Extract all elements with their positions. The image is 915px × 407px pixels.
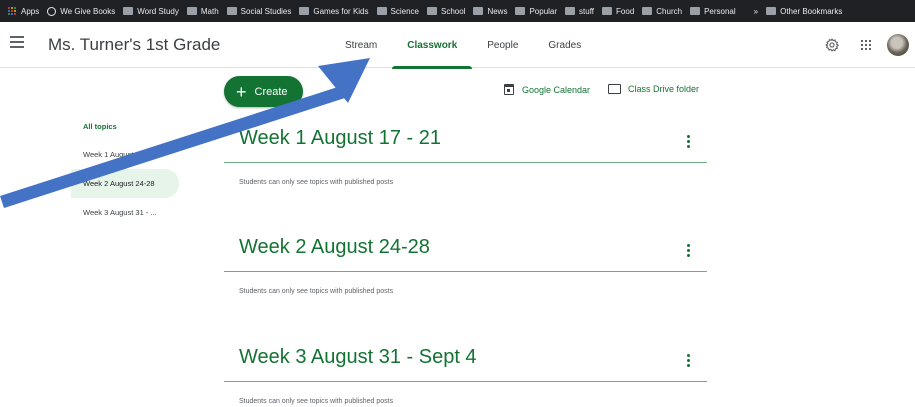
bookmark-news[interactable]: News [473,7,507,16]
class-title[interactable]: Ms. Turner's 1st Grade [48,35,220,55]
bookmark-label: Word Study [137,6,179,16]
folder-icon [690,7,701,15]
bookmark-stuff[interactable]: stuff [565,7,594,16]
folder-icon [226,7,237,15]
bookmark-label: stuff [579,6,595,16]
topic-title[interactable]: Week 3 August 31 - Sept 4 [239,346,477,369]
topic-divider [224,381,707,382]
class-drive-folder-link[interactable]: Class Drive folder [608,84,699,94]
bookmark-label: Other Bookmarks [780,6,843,16]
topic-note: Students can only see topics with publis… [239,179,394,186]
bookmarks-bar: Apps We Give Books Word Study Math Socia… [0,0,915,22]
folder-icon [766,7,777,15]
folder-icon [123,7,134,15]
bookmark-personal[interactable]: Personal [690,7,736,16]
folder-icon [299,7,310,15]
bookmark-label: School [440,6,466,16]
bookmark-label: Food [616,6,635,16]
tab-people[interactable]: People [472,22,533,68]
bookmarks-overflow-button[interactable]: » [754,7,758,16]
folder-icon [515,7,526,15]
tab-classwork[interactable]: Classwork [392,22,473,69]
bookmark-games-for-kids[interactable]: Games for Kids [299,6,369,16]
topic-title[interactable]: Week 1 August 17 - 21 [239,127,441,150]
globe-icon [47,6,57,16]
sidebar-item-all-topics[interactable]: All topics [71,115,179,137]
bookmark-label: Personal [704,6,736,16]
topic-title[interactable]: Week 2 August 24-28 [239,236,430,259]
topic-divider [224,162,707,163]
more-options-icon[interactable] [687,354,690,367]
bookmark-church[interactable]: Church [642,7,682,16]
google-calendar-label: Google Calendar [522,84,591,95]
bookmark-label: News [487,6,508,16]
avatar[interactable] [887,34,909,56]
create-label: Create [254,85,288,98]
topic-note: Students can only see topics with publis… [239,288,394,295]
apps-icon [8,6,17,16]
bookmark-we-give-books[interactable]: We Give Books [47,6,116,16]
class-drive-folder-label: Class Drive folder [628,84,700,94]
bookmark-popular[interactable]: Popular [515,7,557,16]
folder-icon [186,7,197,15]
plus-icon: + [236,81,247,102]
folder-icon [426,7,437,15]
create-button[interactable]: + Create [224,76,303,107]
folder-icon [565,7,576,15]
google-calendar-link[interactable]: Google Calendar [504,84,590,95]
bookmark-apps[interactable]: Apps [8,6,40,16]
folder-icon [608,84,621,94]
bookmark-food[interactable]: Food [602,7,634,16]
google-apps-icon[interactable] [861,40,871,50]
bookmark-science[interactable]: Science [376,6,419,16]
bookmark-label: Games for Kids [313,6,369,16]
more-options-icon[interactable] [687,135,690,148]
bookmark-label: Apps [21,6,40,16]
topic-divider [224,271,707,272]
folder-icon [376,7,387,15]
bookmark-label: Church [656,6,683,16]
bookmark-social-studies[interactable]: Social Studies [226,6,292,16]
bookmark-school[interactable]: School [426,6,466,16]
calendar-icon [504,84,514,95]
tab-stream[interactable]: Stream [330,22,392,68]
sidebar-item-week-1[interactable]: Week 1 August 17 - ... [71,140,179,169]
sidebar-item-week-2[interactable]: Week 2 August 24-28 [71,169,179,198]
tab-grades[interactable]: Grades [533,22,596,68]
class-tabs: Stream Classwork People Grades [330,22,596,69]
sidebar-item-week-3[interactable]: Week 3 August 31 - ... [71,198,179,227]
bookmark-math[interactable]: Math [186,6,219,16]
folder-icon [642,7,653,15]
hamburger-menu-icon[interactable] [10,36,24,48]
folder-icon [602,7,613,15]
bookmark-label: We Give Books [60,6,116,16]
bookmark-word-study[interactable]: Word Study [123,7,179,16]
topic-note: Students can only see topics with publis… [239,398,394,405]
app-header: Ms. Turner's 1st Grade Stream Classwork … [0,22,915,69]
more-options-icon[interactable] [687,244,690,257]
topic-sidebar: All topics Week 1 August 17 - ... Week 2… [71,115,179,227]
bookmark-label: Popular [529,6,558,16]
bookmark-other-bookmarks[interactable]: Other Bookmarks [766,7,842,16]
bookmark-label: Science [390,6,419,16]
gear-icon[interactable] [825,38,839,52]
folder-icon [473,7,484,15]
bookmark-label: Social Studies [240,6,292,16]
bookmark-label: Math [200,6,219,16]
